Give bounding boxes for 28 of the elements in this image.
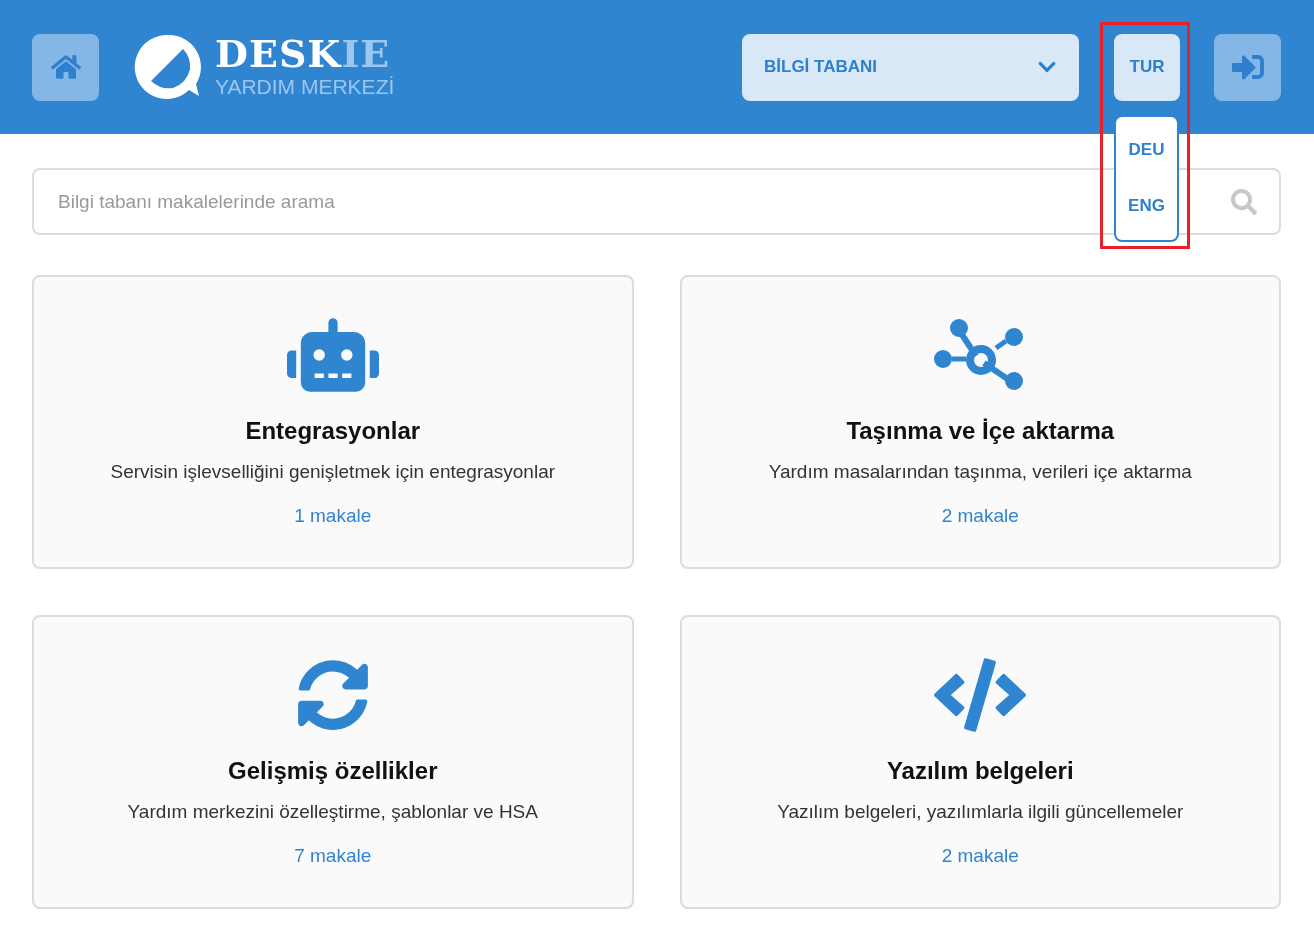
language-option[interactable]: DEU [1124,136,1169,165]
sync-icon [296,659,369,731]
category-card[interactable]: Gelişmiş özellikler Yardım merkezini özelleştirme, şablonlar ve HSA 7 makale [32,615,634,909]
category-card[interactable]: Taşınma ve İçe aktarma Yardım masalarından taşınma, verileri içe aktarma 2 makale [679,275,1281,569]
article-count-link[interactable]: 1 makale [294,505,372,527]
article-count-link[interactable]: 2 makale [941,505,1019,527]
category-title: Gelişmiş özellikler [228,757,438,785]
home-icon [50,52,81,82]
article-count-link[interactable]: 2 makale [941,845,1019,867]
category-description: Servisin işlevselliğini genişletmek için entegrasyonlar [110,461,556,483]
category-title: Entegrasyonlar [245,417,421,445]
category-card[interactable]: Yazılım belgeleri Yazılım belgeleri, yazılımlarla ilgili güncellemeler 2 makale [679,615,1281,909]
category-card[interactable]: Entegrasyonlar Servisin işlevselliğini genişletmek için entegrasyonlar 1 makale [32,275,634,569]
home-button[interactable] [32,33,99,101]
logo-icon [133,33,203,101]
category-title: Taşınma ve İçe aktarma [846,417,1115,445]
login-button[interactable] [1214,33,1281,101]
brand-subtitle: YARDIM MERKEZİ [215,75,395,99]
category-description: Yazılım belgeleri, yazılımlarla ilgili güncellemeler [777,801,1184,823]
language-button[interactable]: TUR [1114,33,1180,101]
category-description: Yardım masalarından taşınma, verileri içe aktarma [768,461,1192,483]
search-icon[interactable] [1231,188,1257,215]
category-description: Yardım merkezini özelleştirme, şablonlar ve HSA [127,801,538,823]
section-dropdown[interactable]: BİLGİ TABANI [742,33,1079,101]
article-count-link[interactable]: 7 makale [294,845,372,867]
brand-name-accent: IE [341,35,391,73]
brand-name: DESK [215,35,342,73]
category-title: Yazılım belgeleri [886,757,1074,785]
